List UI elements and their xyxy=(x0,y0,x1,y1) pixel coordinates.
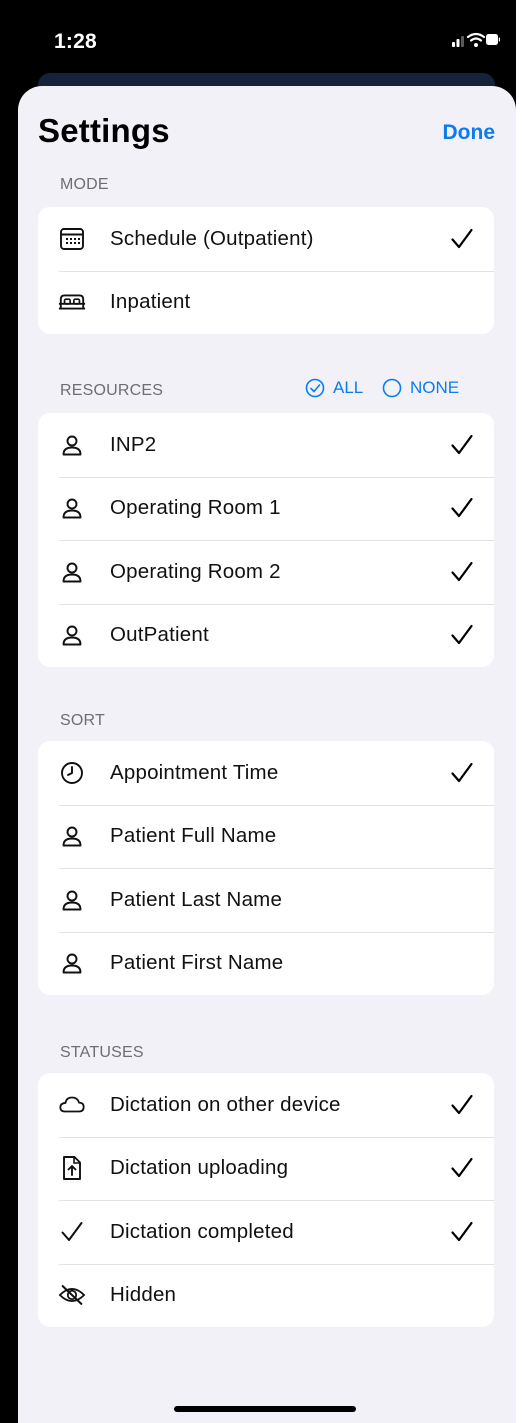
empty-circle-icon xyxy=(382,378,402,398)
resource-item-outpatient[interactable]: OutPatient xyxy=(38,603,494,668)
resource-item-label: Operating Room 2 xyxy=(110,559,281,583)
resource-item-label: Operating Room 1 xyxy=(110,496,281,520)
status-item-label: Dictation uploading xyxy=(110,1156,289,1180)
checkmark-icon xyxy=(451,498,473,518)
cloud-icon xyxy=(58,1091,86,1119)
check-circle-icon xyxy=(305,378,325,398)
resource-item-operating-room-2[interactable]: Operating Room 2 xyxy=(38,540,494,604)
checkmark-icon xyxy=(451,434,473,454)
person-icon xyxy=(58,822,86,850)
sort-item-appointment-time[interactable]: Appointment Time xyxy=(38,741,494,805)
sort-item-label: Patient Last Name xyxy=(110,887,283,911)
mode-item-label: Schedule (Outpatient) xyxy=(110,226,314,250)
page-title: Settings xyxy=(38,112,170,149)
sort-group: Appointment Time Patient Full Name Patie… xyxy=(38,741,494,995)
status-item-hidden[interactable]: Hidden xyxy=(38,1263,494,1328)
wifi-icon xyxy=(466,32,486,47)
checkmark-icon xyxy=(451,1158,473,1178)
eye-slash-icon xyxy=(58,1281,86,1309)
status-time: 1:28 xyxy=(54,30,97,53)
section-header-resources: RESOURCES xyxy=(60,382,164,399)
sort-item-patient-first-name[interactable]: Patient First Name xyxy=(38,931,494,996)
status-item-dictation-completed[interactable]: Dictation completed xyxy=(38,1200,494,1264)
status-icons xyxy=(452,32,500,47)
status-item-label: Hidden xyxy=(110,1283,177,1307)
person-icon xyxy=(58,621,86,649)
checkmark-icon xyxy=(451,762,473,782)
sort-item-patient-full-name[interactable]: Patient Full Name xyxy=(38,804,494,869)
home-indicator xyxy=(174,1406,356,1412)
person-icon xyxy=(58,949,86,977)
resource-item-operating-room-1[interactable]: Operating Room 1 xyxy=(38,476,494,541)
section-header-mode: MODE xyxy=(60,176,109,193)
signal-icon xyxy=(452,36,464,47)
settings-sheet: Settings Done MODE Schedule (Outpatient)… xyxy=(18,86,516,1423)
section-header-statuses: STATUSES xyxy=(60,1044,144,1061)
clock-icon xyxy=(58,759,86,787)
mode-item-inpatient[interactable]: Inpatient xyxy=(38,270,494,335)
mode-group: Schedule (Outpatient) Inpatient xyxy=(38,207,494,334)
calendar-icon xyxy=(58,225,86,253)
status-item-label: Dictation completed xyxy=(110,1219,294,1243)
sort-item-label: Patient First Name xyxy=(110,951,284,975)
checkmark-icon xyxy=(451,1094,473,1114)
person-icon xyxy=(58,558,86,586)
battery-icon xyxy=(486,34,500,45)
person-icon xyxy=(58,431,86,459)
upload-document-icon xyxy=(58,1154,86,1182)
checkmark-icon xyxy=(451,1221,473,1241)
resource-item-label: INP2 xyxy=(110,432,157,456)
status-item-dictation-other-device[interactable]: Dictation on other device xyxy=(38,1073,494,1137)
mode-item-schedule[interactable]: Schedule (Outpatient) xyxy=(38,207,494,271)
mode-item-label: Inpatient xyxy=(110,290,191,314)
select-all-button[interactable]: ALL xyxy=(305,378,363,398)
person-icon xyxy=(58,886,86,914)
checkmark-icon xyxy=(451,625,473,645)
resource-item-label: OutPatient xyxy=(110,623,209,647)
bed-icon xyxy=(58,288,86,316)
select-all-label: ALL xyxy=(333,378,364,397)
statuses-group: Dictation on other device Dictation uplo… xyxy=(38,1073,494,1327)
checkmark-icon xyxy=(451,561,473,581)
status-item-label: Dictation on other device xyxy=(110,1092,341,1116)
section-header-sort: SORT xyxy=(60,712,105,729)
person-icon xyxy=(58,494,86,522)
status-bar: 1:28 xyxy=(0,0,516,80)
status-item-dictation-uploading[interactable]: Dictation uploading xyxy=(38,1136,494,1201)
sort-item-patient-last-name[interactable]: Patient Last Name xyxy=(38,868,494,932)
checkmark-icon xyxy=(58,1218,86,1246)
sort-item-label: Appointment Time xyxy=(110,760,279,784)
sort-item-label: Patient Full Name xyxy=(110,824,277,848)
resource-item-inp2[interactable]: INP2 xyxy=(38,413,494,477)
phone-screen: 1:28 Settings Done MODE Schedule (Outpat… xyxy=(0,0,516,1423)
checkmark-icon xyxy=(451,228,473,248)
done-button[interactable]: Done xyxy=(443,121,496,145)
resources-group: INP2 Operating Room 1 Operating Room 2 O… xyxy=(38,413,494,667)
select-none-label: NONE xyxy=(410,378,460,397)
select-none-button[interactable]: NONE xyxy=(382,378,459,398)
